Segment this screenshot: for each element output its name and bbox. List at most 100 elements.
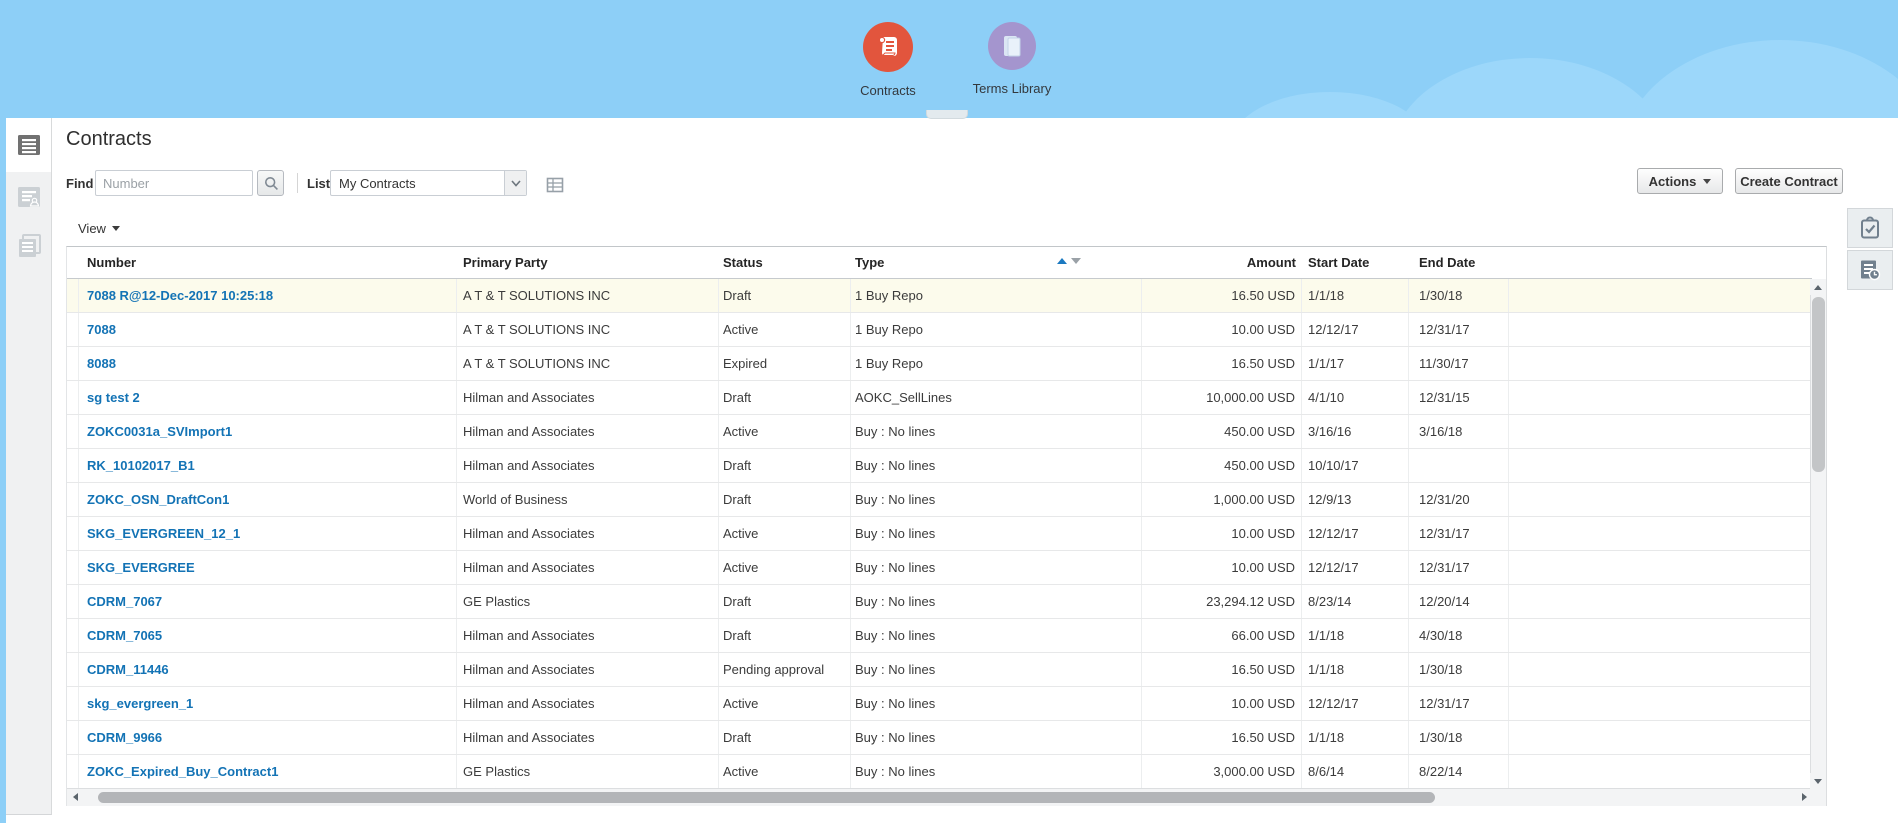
contract-number-link-text[interactable]: SKG_EVERGREEN_12_1 bbox=[87, 526, 240, 541]
create-contract-button[interactable]: Create Contract bbox=[1735, 168, 1843, 194]
clipboard-check-icon bbox=[1861, 216, 1879, 239]
scroll-down-arrow[interactable] bbox=[1810, 773, 1826, 789]
sidebar-item-contract-list[interactable] bbox=[6, 118, 51, 172]
status-cell: Active bbox=[719, 755, 851, 788]
contract-number-link-text[interactable]: CDRM_11446 bbox=[87, 662, 169, 677]
contract-number-link-text[interactable]: RK_10102017_B1 bbox=[87, 458, 195, 473]
primary-party-cell: Hilman and Associates bbox=[457, 619, 719, 652]
row-gutter-cell bbox=[67, 313, 79, 346]
table-row[interactable]: 8088 A T & T SOLUTIONS INC Expired 1 Buy Re… bbox=[67, 347, 1812, 381]
contract-number-link[interactable]: CDRM_11446 bbox=[79, 653, 457, 686]
primary-party-cell: Hilman and Associates bbox=[457, 653, 719, 686]
query-by-example-grid-icon[interactable] bbox=[546, 176, 564, 194]
table-row[interactable]: CDRM_7065 Hilman and Associates Draft Buy :… bbox=[67, 619, 1812, 653]
contract-number-link-text[interactable]: CDRM_9966 bbox=[87, 730, 162, 745]
contract-number-link[interactable]: 7088 R@12-Dec-2017 10:25:18 bbox=[79, 279, 457, 312]
contract-number-link-text[interactable]: 8088 bbox=[87, 356, 116, 371]
find-input[interactable] bbox=[95, 170, 253, 196]
type-cell: Buy : No lines bbox=[851, 653, 1142, 686]
contract-number-link-text[interactable]: CDRM_7067 bbox=[87, 594, 162, 609]
row-filler-cell bbox=[1509, 585, 1812, 618]
contract-number-link[interactable]: CDRM_7065 bbox=[79, 619, 457, 652]
contract-number-link-text[interactable]: 7088 bbox=[87, 322, 116, 337]
list-select[interactable]: My Contracts bbox=[330, 170, 527, 196]
table-row[interactable]: SKG_EVERGREE Hilman and Associates Active B… bbox=[67, 551, 1812, 585]
table-row[interactable]: CDRM_7067 GE Plastics Draft Buy : No lines 2… bbox=[67, 585, 1812, 619]
contract-number-link[interactable]: RK_10102017_B1 bbox=[79, 449, 457, 482]
triangle-right-icon bbox=[1801, 793, 1807, 801]
app-tile-terms-library[interactable]: Terms Library bbox=[952, 22, 1072, 96]
contract-number-link-text[interactable]: 7088 R@12-Dec-2017 10:25:18 bbox=[87, 288, 273, 303]
sidebar-item-contract-copies[interactable] bbox=[6, 222, 51, 270]
column-header-type[interactable]: Type bbox=[851, 247, 1142, 278]
vertical-scrollbar-thumb[interactable] bbox=[1812, 297, 1825, 472]
contract-number-link[interactable]: sg test 2 bbox=[79, 381, 457, 414]
contract-number-link-text[interactable]: CDRM_7065 bbox=[87, 628, 162, 643]
column-header-amount[interactable]: Amount bbox=[1142, 247, 1302, 278]
sort-controls[interactable] bbox=[1057, 258, 1081, 264]
contract-number-link-text[interactable]: SKG_EVERGREE bbox=[87, 560, 195, 575]
scroll-left-arrow[interactable] bbox=[67, 789, 83, 805]
history-panel-button[interactable] bbox=[1847, 250, 1893, 290]
table-row[interactable]: 7088 A T & T SOLUTIONS INC Active 1 Buy Rep… bbox=[67, 313, 1812, 347]
contract-number-link[interactable]: SKG_EVERGREE bbox=[79, 551, 457, 584]
contract-number-link-text[interactable]: ZOKC0031a_SVImport1 bbox=[87, 424, 232, 439]
row-gutter-cell bbox=[67, 517, 79, 550]
table-row[interactable]: SKG_EVERGREEN_12_1 Hilman and Associates A… bbox=[67, 517, 1812, 551]
contract-number-link[interactable]: 7088 bbox=[79, 313, 457, 346]
scroll-up-arrow[interactable] bbox=[1810, 279, 1826, 295]
column-header-status[interactable]: Status bbox=[719, 247, 851, 278]
row-gutter-cell bbox=[67, 721, 79, 754]
status-cell: Expired bbox=[719, 347, 851, 380]
sort-descending-icon[interactable] bbox=[1071, 258, 1081, 264]
contract-number-link-text[interactable]: skg_evergreen_1 bbox=[87, 696, 193, 711]
sort-ascending-icon[interactable] bbox=[1057, 258, 1067, 264]
table-row[interactable]: CDRM_9966 Hilman and Associates Draft Buy :… bbox=[67, 721, 1812, 755]
primary-party-cell: A T & T SOLUTIONS INC bbox=[457, 313, 719, 346]
contract-number-link-text[interactable]: ZOKC_OSN_DraftCon1 bbox=[87, 492, 229, 507]
table-row[interactable]: ZOKC0031a_SVImport1 Hilman and Associates… bbox=[67, 415, 1812, 449]
contract-number-link[interactable]: ZOKC_Expired_Buy_Contract1 bbox=[79, 755, 457, 788]
table-row[interactable]: CDRM_11446 Hilman and Associates Pending a… bbox=[67, 653, 1812, 687]
table-row[interactable]: skg_evergreen_1 Hilman and Associates Acti… bbox=[67, 687, 1812, 721]
contract-number-link[interactable]: ZOKC0031a_SVImport1 bbox=[79, 415, 457, 448]
row-filler-cell bbox=[1509, 347, 1812, 380]
end-date-cell: 1/30/18 bbox=[1409, 653, 1509, 686]
column-header-end-date[interactable]: End Date bbox=[1409, 247, 1509, 278]
row-gutter-cell bbox=[67, 687, 79, 720]
contract-number-link[interactable]: CDRM_9966 bbox=[79, 721, 457, 754]
view-menu-button[interactable]: View bbox=[78, 221, 120, 236]
contract-number-link-text[interactable]: sg test 2 bbox=[87, 390, 140, 405]
sidebar-item-contract-parties[interactable] bbox=[6, 174, 51, 222]
horizontal-scrollbar[interactable] bbox=[67, 788, 1812, 806]
type-cell: Buy : No lines bbox=[851, 721, 1142, 754]
actions-button[interactable]: Actions bbox=[1637, 168, 1723, 194]
search-button[interactable] bbox=[257, 170, 284, 196]
table-row[interactable]: 7088 R@12-Dec-2017 10:25:18 A T & T SOLUT… bbox=[67, 279, 1812, 313]
contract-number-link[interactable]: 8088 bbox=[79, 347, 457, 380]
app-tile-contracts[interactable]: Contracts bbox=[828, 22, 948, 98]
contract-number-link[interactable]: CDRM_7067 bbox=[79, 585, 457, 618]
contract-number-link-text[interactable]: ZOKC_Expired_Buy_Contract1 bbox=[87, 764, 278, 779]
column-header-start-date[interactable]: Start Date bbox=[1302, 247, 1409, 278]
table-row[interactable]: ZOKC_OSN_DraftCon1 World of Business Draft… bbox=[67, 483, 1812, 517]
table-row[interactable]: sg test 2 Hilman and Associates Draft AOKC_… bbox=[67, 381, 1812, 415]
horizontal-scrollbar-thumb[interactable] bbox=[98, 792, 1435, 803]
list-select-arrow-button[interactable] bbox=[504, 171, 526, 195]
table-row[interactable]: ZOKC_Expired_Buy_Contract1 GE Plastics Act… bbox=[67, 755, 1812, 789]
row-filler-cell bbox=[1509, 551, 1812, 584]
row-filler-cell bbox=[1509, 449, 1812, 482]
column-header-primary-party[interactable]: Primary Party bbox=[457, 247, 719, 278]
primary-party-cell: A T & T SOLUTIONS INC bbox=[457, 347, 719, 380]
banner-drawer-handle[interactable] bbox=[926, 110, 968, 119]
status-cell: Draft bbox=[719, 721, 851, 754]
end-date-cell: 1/30/18 bbox=[1409, 721, 1509, 754]
contract-number-link[interactable]: skg_evergreen_1 bbox=[79, 687, 457, 720]
tasks-panel-button[interactable] bbox=[1847, 208, 1893, 248]
contract-number-link[interactable]: SKG_EVERGREEN_12_1 bbox=[79, 517, 457, 550]
primary-party-cell: GE Plastics bbox=[457, 585, 719, 618]
contract-number-link[interactable]: ZOKC_OSN_DraftCon1 bbox=[79, 483, 457, 516]
column-header-number[interactable]: Number bbox=[79, 247, 457, 278]
table-row[interactable]: RK_10102017_B1 Hilman and Associates Draft… bbox=[67, 449, 1812, 483]
vertical-scrollbar[interactable] bbox=[1810, 279, 1826, 789]
